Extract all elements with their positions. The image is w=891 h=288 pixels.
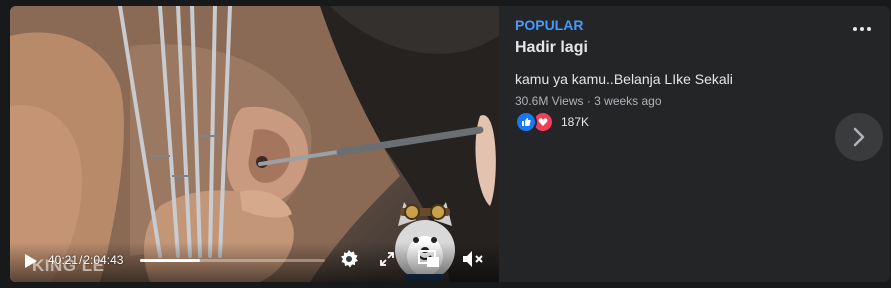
settings-button[interactable]: [338, 248, 360, 270]
picture-in-picture-icon: [418, 250, 439, 267]
post-meta: 30.6M Views · 3 weeks ago: [515, 94, 662, 108]
volume-button[interactable]: [462, 249, 484, 269]
time-separator: /: [79, 253, 83, 267]
like-icon: [515, 111, 537, 133]
play-button[interactable]: [22, 252, 40, 270]
reaction-count: 187K: [561, 115, 590, 129]
duration: 2:04:43: [83, 253, 124, 267]
fullscreen-button[interactable]: [378, 250, 396, 268]
post-title[interactable]: Hadir lagi: [515, 39, 588, 57]
video-player[interactable]: KING LE 40:21/2:04:43: [10, 6, 499, 282]
progress-bar[interactable]: [140, 259, 325, 262]
video-post-card[interactable]: KING LE 40:21/2:04:43 POPULAR Hadir lagi…: [10, 6, 890, 282]
volume-muted-icon: [463, 251, 483, 267]
more-options-button[interactable]: [850, 21, 874, 37]
current-time: 40:21: [48, 253, 79, 267]
post-description: kamu ya kamu..Belanja LIke Sekali: [515, 71, 733, 87]
progress-fill: [140, 259, 200, 262]
more-dot: [867, 27, 871, 31]
video-time: 40:21/2:04:43: [48, 253, 123, 267]
page-background: KING LE 40:21/2:04:43 POPULAR Hadir lagi…: [0, 0, 891, 288]
picture-in-picture-button[interactable]: [418, 249, 440, 269]
more-dots-icon: [853, 27, 857, 31]
next-video-button[interactable]: [835, 113, 883, 161]
fullscreen-icon: [380, 252, 394, 266]
reaction-summary[interactable]: 187K: [515, 111, 590, 133]
gear-icon: [341, 250, 358, 268]
chevron-right-icon: [853, 127, 865, 147]
post-info-panel: POPULAR Hadir lagi kamu ya kamu..Belanja…: [515, 6, 890, 282]
more-dot: [860, 27, 864, 31]
play-icon: [25, 254, 37, 268]
popular-badge[interactable]: POPULAR: [515, 17, 583, 33]
